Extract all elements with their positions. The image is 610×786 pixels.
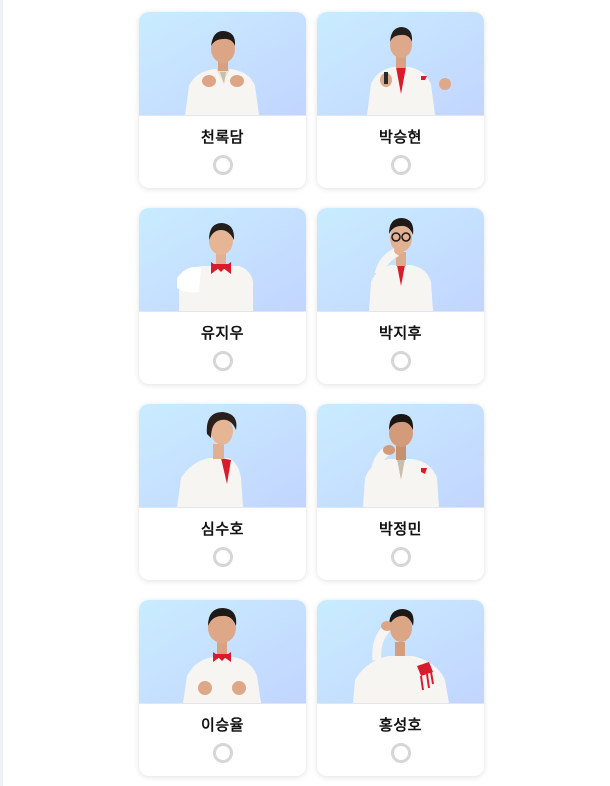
page-left-rail [0, 0, 3, 786]
candidate-photo [139, 600, 306, 704]
vote-radio[interactable] [391, 155, 411, 175]
candidate-photo [317, 12, 484, 116]
candidate-name: 유지우 [201, 324, 244, 342]
vote-radio[interactable] [391, 743, 411, 763]
candidate-card[interactable]: 유지우 [139, 208, 306, 384]
candidate-card[interactable]: 박지후 [317, 208, 484, 384]
candidate-name: 박정민 [379, 520, 422, 538]
candidate-grid: 천록담 박승현 유지우 박지후 심수호 박정민 이승율 홍성호 [139, 12, 484, 776]
candidate-photo [139, 208, 306, 312]
candidate-name: 박승현 [379, 128, 422, 146]
candidate-photo [139, 12, 306, 116]
vote-radio[interactable] [213, 351, 233, 371]
vote-radio[interactable] [213, 547, 233, 567]
candidate-card[interactable]: 박정민 [317, 404, 484, 580]
candidate-photo [317, 404, 484, 508]
vote-radio[interactable] [213, 743, 233, 763]
vote-radio[interactable] [213, 155, 233, 175]
candidate-card[interactable]: 홍성호 [317, 600, 484, 776]
vote-radio[interactable] [391, 547, 411, 567]
candidate-name: 심수호 [201, 520, 244, 538]
candidate-card[interactable]: 천록담 [139, 12, 306, 188]
candidate-photo [317, 208, 484, 312]
candidate-name: 박지후 [379, 324, 422, 342]
candidate-name: 천록담 [201, 128, 244, 146]
candidate-photo [317, 600, 484, 704]
candidate-card[interactable]: 심수호 [139, 404, 306, 580]
candidate-card[interactable]: 박승현 [317, 12, 484, 188]
candidate-photo [139, 404, 306, 508]
candidate-card[interactable]: 이승율 [139, 600, 306, 776]
vote-radio[interactable] [391, 351, 411, 371]
candidate-name: 이승율 [201, 716, 244, 734]
candidate-name: 홍성호 [379, 716, 422, 734]
